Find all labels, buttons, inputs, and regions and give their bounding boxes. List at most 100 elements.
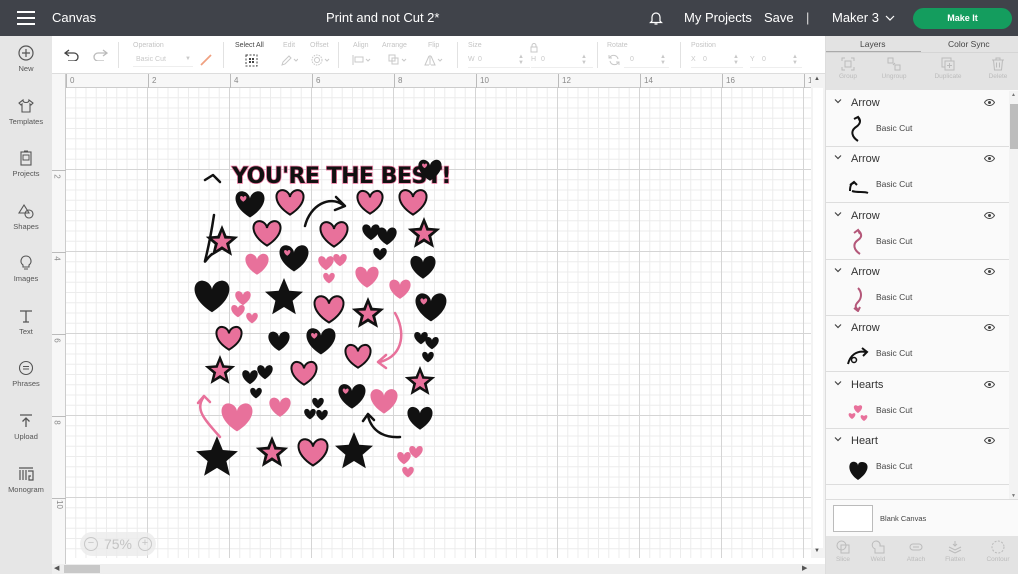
layer-row[interactable]: Arrow Basic Cut (826, 316, 1009, 373)
layers-scrollbar[interactable]: ▲ ▼ (1009, 91, 1018, 501)
layer-row[interactable]: Hearts (826, 485, 1009, 491)
heart-shape[interactable] (268, 331, 290, 351)
eye-icon[interactable] (984, 211, 995, 219)
tab-color-sync[interactable]: Color Sync (948, 39, 990, 49)
make-it-button[interactable]: Make It (913, 8, 1012, 29)
select-all-icon[interactable] (245, 54, 258, 67)
chevron-down-icon[interactable] (834, 435, 842, 443)
heart-shape[interactable] (221, 403, 253, 432)
layer-row[interactable]: Heart Basic Cut (826, 429, 1009, 485)
canvas-swatch[interactable] (833, 505, 873, 532)
eye-icon[interactable] (984, 436, 995, 444)
heart-shape[interactable] (290, 360, 318, 386)
heart-shape[interactable] (269, 397, 291, 417)
flatten-button[interactable]: Flatten (935, 540, 975, 563)
heart-shape[interactable] (316, 409, 328, 421)
heart-shape[interactable] (409, 446, 423, 459)
layer-row[interactable]: Arrow Basic Cut (826, 91, 1009, 147)
arrow-shape[interactable] (378, 311, 403, 364)
flip-icon[interactable] (424, 54, 444, 66)
design-title[interactable]: YOU'RE THE BEST! (230, 163, 452, 190)
slice-button[interactable]: Slice (823, 540, 863, 563)
attach-button[interactable]: Attach (896, 540, 936, 563)
save-button[interactable]: Save (764, 10, 794, 25)
hamburger-menu-icon[interactable] (17, 11, 35, 25)
layer-row[interactable]: Arrow Basic Cut (826, 204, 1009, 260)
chevron-down-icon[interactable] (834, 379, 842, 387)
offset-icon[interactable] (311, 54, 331, 66)
y-position-input[interactable]: Y 0 ▲ ▼ (750, 54, 802, 68)
sidebar-item-shapes[interactable]: Shapes (0, 203, 52, 231)
heart-shape[interactable] (344, 343, 372, 369)
layer-row[interactable]: Arrow Basic Cut (826, 260, 1009, 316)
my-projects-link[interactable]: My Projects (684, 10, 752, 25)
heart-shape[interactable] (377, 227, 397, 245)
arrange-icon[interactable] (388, 54, 408, 66)
weld-button[interactable]: Weld (858, 540, 898, 563)
heart-shape[interactable] (355, 266, 379, 288)
ungroup-button[interactable]: Ungroup (874, 57, 914, 80)
eye-icon[interactable] (984, 324, 995, 332)
heart-shape[interactable] (231, 305, 245, 318)
eye-icon[interactable] (984, 380, 995, 388)
group-button[interactable]: Group (828, 57, 868, 80)
heart-shape[interactable] (398, 189, 428, 216)
heart-shape[interactable] (319, 221, 349, 248)
sidebar-item-phrases[interactable]: Phrases (0, 360, 52, 388)
heart-shape[interactable] (250, 387, 262, 399)
pen-color-icon[interactable] (199, 53, 213, 67)
chevron-down-icon[interactable] (834, 210, 842, 218)
design-canvas[interactable]: 024681012141618 246810 ▲ ▼ YOU'RE THE BE… (52, 74, 825, 564)
heart-shape[interactable] (425, 337, 439, 350)
sidebar-item-text[interactable]: Text (0, 308, 52, 336)
chevron-down-icon[interactable] (834, 266, 842, 274)
sidebar-item-new[interactable]: New (0, 45, 52, 73)
zoom-in-button[interactable]: + (138, 537, 152, 551)
edit-pencil-icon[interactable] (280, 54, 298, 66)
eye-icon[interactable] (984, 155, 995, 163)
align-icon[interactable] (352, 54, 372, 66)
star-shape[interactable] (265, 278, 303, 315)
arrow-shape[interactable] (198, 396, 222, 439)
lock-icon[interactable] (530, 43, 538, 53)
heart-shape[interactable] (313, 295, 345, 324)
heart-shape[interactable] (333, 254, 347, 267)
heart-shape[interactable] (370, 389, 398, 414)
heart-shape[interactable] (306, 328, 336, 355)
heart-shape[interactable] (215, 325, 243, 351)
heart-shape[interactable] (245, 253, 269, 275)
operation-select[interactable]: Basic Cut ▼ (133, 54, 193, 67)
heart-shape[interactable] (373, 248, 387, 261)
eye-icon[interactable] (984, 267, 995, 275)
sidebar-item-monogram[interactable]: Monogram (0, 466, 52, 494)
heart-shape[interactable] (356, 189, 384, 215)
sidebar-item-templates[interactable]: Templates (0, 98, 52, 126)
heart-shape[interactable] (338, 384, 366, 409)
arrow-head[interactable] (196, 394, 212, 405)
rotate-icon[interactable] (608, 54, 620, 66)
heart-shape[interactable] (257, 365, 273, 380)
chevron-down-icon[interactable] (834, 153, 842, 161)
heart-shape[interactable] (304, 408, 316, 420)
heart-shape[interactable] (410, 255, 436, 279)
heart-shape[interactable] (297, 438, 329, 467)
machine-select[interactable]: Maker 3 (832, 10, 895, 25)
heart-shape[interactable] (275, 189, 305, 216)
layer-row[interactable]: Arrow Basic Cut (826, 147, 1009, 204)
heart-shape[interactable] (402, 466, 414, 478)
bell-icon[interactable] (648, 10, 664, 26)
star-shape[interactable] (335, 432, 373, 469)
heart-shape[interactable] (362, 224, 380, 241)
heart-shape[interactable] (242, 370, 258, 385)
heart-shape[interactable] (235, 191, 265, 218)
design-artwork[interactable]: YOU'RE THE BEST! (52, 74, 825, 564)
project-title[interactable]: Print and not Cut 2* (326, 10, 439, 25)
sidebar-item-projects[interactable]: Projects (0, 150, 52, 178)
height-input[interactable]: H 0 ▲ ▼ (531, 54, 593, 68)
x-position-input[interactable]: X 0 ▲ ▼ (691, 54, 743, 68)
heart-shape[interactable] (415, 293, 447, 322)
heart-shape[interactable] (194, 280, 230, 313)
heart-shape[interactable] (235, 291, 251, 306)
redo-icon[interactable] (92, 49, 108, 61)
heart-shape[interactable] (252, 220, 282, 247)
